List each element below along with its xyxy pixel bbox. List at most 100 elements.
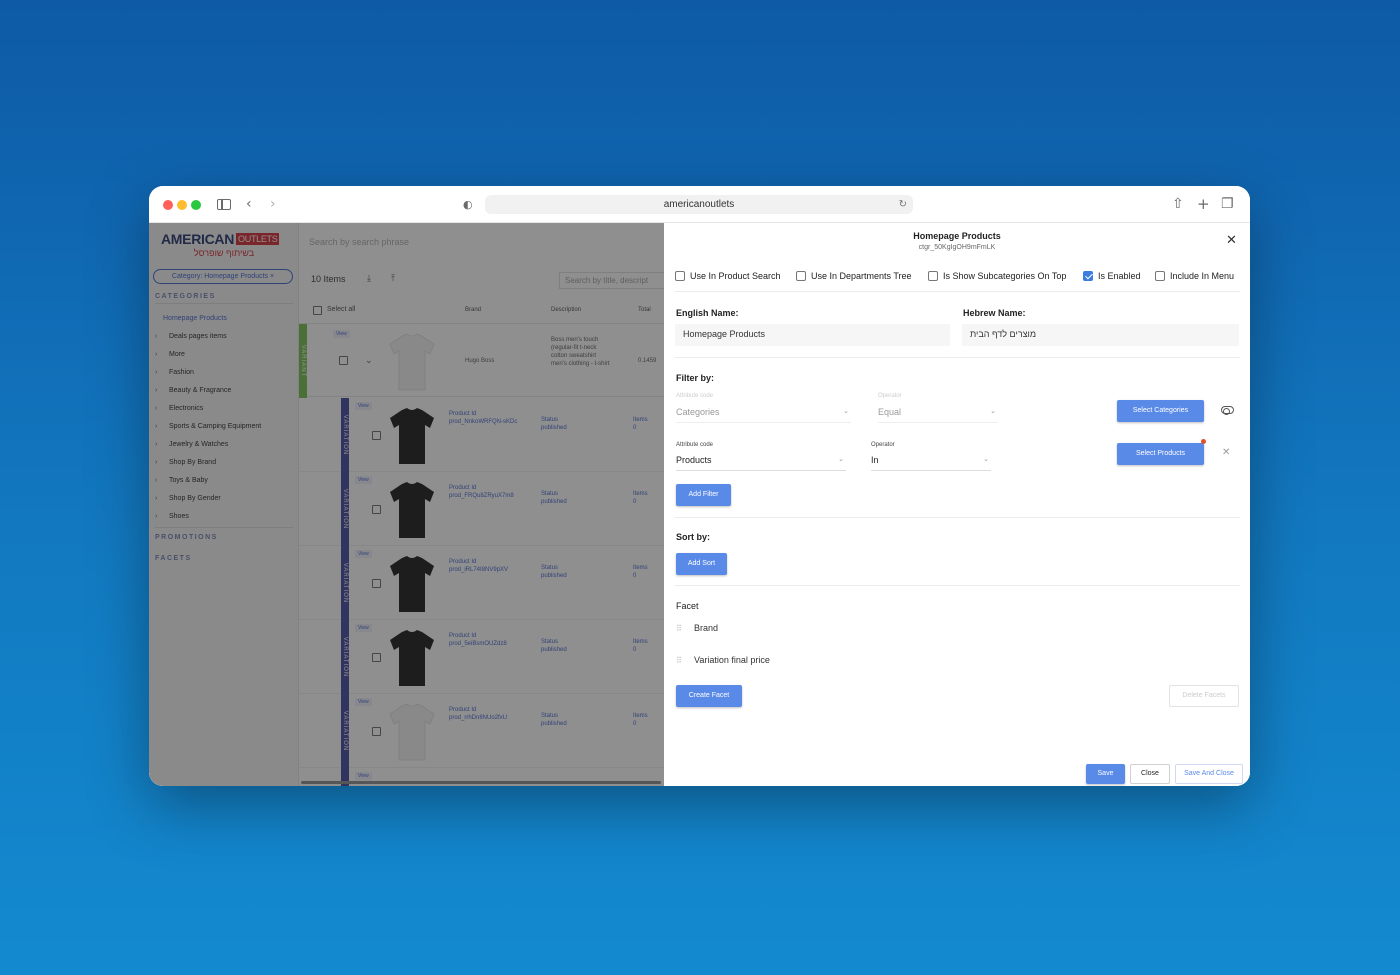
add-filter-button[interactable]: Add Filter xyxy=(676,484,731,506)
chevron-down-icon: ⌄ xyxy=(843,407,849,415)
table-row[interactable]: VARIATION View Product Id prod_NnkoWRFQN… xyxy=(299,398,664,472)
horizontal-scrollbar[interactable] xyxy=(301,781,661,784)
sidebar-item[interactable]: › Shop By Brand xyxy=(155,459,216,466)
checkbox[interactable] xyxy=(928,271,938,281)
maximize-window-button[interactable] xyxy=(191,200,201,210)
column-header-brand[interactable]: Brand xyxy=(465,307,481,313)
download-icon[interactable]: ⤓ xyxy=(367,274,371,284)
sidebar-item[interactable]: › Shop By Gender xyxy=(155,495,221,502)
show-subcategories-on-top-option[interactable]: Is Show Subcategories On Top xyxy=(928,271,1066,281)
sidebar-item[interactable]: › Deals pages items xyxy=(155,333,227,340)
share-icon[interactable]: ⇧ xyxy=(1172,195,1184,213)
sidebar-item[interactable]: › Electronics xyxy=(155,405,203,412)
include-in-menu-option[interactable]: Include In Menu xyxy=(1155,271,1234,281)
sidebar-item[interactable]: › Jewelry & Watches xyxy=(155,441,228,448)
chevron-down-icon: ⌄ xyxy=(838,455,844,463)
close-icon[interactable]: ✕ xyxy=(1226,233,1237,248)
upload-icon[interactable]: ⤒ xyxy=(391,274,395,284)
facets-header[interactable]: FACETS xyxy=(155,555,192,562)
row-checkbox[interactable] xyxy=(339,356,348,365)
drag-handle-icon[interactable]: ⠿ xyxy=(676,624,690,633)
hebrew-name-input[interactable]: מוצרים לדף הבית xyxy=(962,324,1239,346)
add-sort-button[interactable]: Add Sort xyxy=(676,553,727,575)
column-header-total[interactable]: Total xyxy=(638,307,651,313)
checkbox[interactable] xyxy=(796,271,806,281)
new-tab-icon[interactable]: + xyxy=(1197,195,1210,213)
create-facet-button[interactable]: Create Facet xyxy=(676,685,742,707)
back-arrow-icon[interactable]: ‹ xyxy=(246,195,252,213)
tab-overview-icon[interactable]: ❐ xyxy=(1221,195,1234,213)
view-tag[interactable]: View xyxy=(355,624,372,632)
black-tshirt-image xyxy=(390,556,434,612)
chevron-right-icon: › xyxy=(155,351,158,358)
sidebar-toggle-icon[interactable] xyxy=(217,199,231,210)
select-products-button[interactable]: Select Products xyxy=(1117,443,1204,465)
english-name-input[interactable]: Homepage Products xyxy=(675,324,950,346)
select-all-checkbox[interactable] xyxy=(313,306,322,315)
url-text: americanoutlets xyxy=(663,199,735,210)
use-in-departments-tree-option[interactable]: Use In Departments Tree xyxy=(796,271,912,281)
search-title-input[interactable]: Search by title, descript xyxy=(559,272,664,289)
items-label: Items xyxy=(633,639,648,645)
operator-select[interactable]: Equal ⌄ xyxy=(878,407,998,423)
forward-arrow-icon[interactable]: › xyxy=(270,195,276,213)
description-cell: Boss men's touch (regular-fit t-neck cot… xyxy=(551,337,610,367)
view-tag[interactable]: View xyxy=(355,476,372,484)
attribute-code-select[interactable]: Categories ⌄ xyxy=(676,407,851,423)
categories-header[interactable]: CATEGORIES xyxy=(155,293,216,300)
row-checkbox[interactable] xyxy=(372,727,381,736)
save-and-close-button[interactable]: Save And Close xyxy=(1175,764,1243,784)
minimize-window-button[interactable] xyxy=(177,200,187,210)
drag-handle-icon[interactable]: ⠿ xyxy=(676,656,690,665)
sidebar-item[interactable]: › Fashion xyxy=(155,369,194,376)
view-tag[interactable]: View xyxy=(333,330,350,338)
sidebar-item[interactable]: › More xyxy=(155,351,185,358)
delete-facets-button[interactable]: Delete Facets xyxy=(1169,685,1239,707)
table-row[interactable]: VARIATION View Product Id prod_FRQu8ZRyu… xyxy=(299,472,664,546)
reload-icon[interactable]: ↻ xyxy=(899,195,907,214)
column-header-description[interactable]: Description xyxy=(551,307,581,313)
row-checkbox[interactable] xyxy=(372,579,381,588)
checkbox[interactable] xyxy=(675,271,685,281)
pill-close-icon[interactable]: × xyxy=(270,273,274,280)
close-button[interactable]: Close xyxy=(1130,764,1170,784)
view-tag[interactable]: View xyxy=(355,698,372,706)
view-tag[interactable]: View xyxy=(355,550,372,558)
checkbox[interactable] xyxy=(1155,271,1165,281)
facet-item-variation-final-price[interactable]: ⠿ Variation final price xyxy=(676,655,770,665)
table-row[interactable]: VARIANT View ⌄ Hugo Boss Boss men's touc… xyxy=(299,323,664,398)
sidebar-item[interactable]: › Toys & Baby xyxy=(155,477,208,484)
select-categories-button[interactable]: Select Categories xyxy=(1117,400,1204,422)
chevron-right-icon: › xyxy=(155,441,158,448)
category-filter-pill[interactable]: Category: Homepage Products × xyxy=(153,269,293,284)
facet-item-brand[interactable]: ⠿ Brand xyxy=(676,623,718,633)
table-row[interactable]: VARIATION View Product Id prod_iRL74I8NV… xyxy=(299,546,664,620)
sidebar-item[interactable]: › Shoes xyxy=(155,513,189,520)
promotions-header[interactable]: PROMOTIONS xyxy=(155,534,218,541)
divider xyxy=(155,303,293,304)
view-tag[interactable]: View xyxy=(355,402,372,410)
is-enabled-option[interactable]: Is Enabled xyxy=(1083,271,1141,281)
remove-filter-icon[interactable]: ✕ xyxy=(1222,447,1230,458)
table-row[interactable]: VARIATION View Product Id prod_5eiBsmOUZ… xyxy=(299,620,664,694)
sidebar-item[interactable]: › Beauty & Fragrance xyxy=(155,387,231,394)
operator-select[interactable]: In ⌄ xyxy=(871,455,991,471)
sidebar-item-homepage-products[interactable]: Homepage Products xyxy=(163,315,227,322)
checkbox-checked[interactable] xyxy=(1083,271,1093,281)
close-window-button[interactable] xyxy=(163,200,173,210)
sidebar-item[interactable]: › Sports & Camping Equipment xyxy=(155,423,261,430)
toggle-icon[interactable] xyxy=(1221,406,1234,415)
search-phrase-input[interactable]: Search by search phrase xyxy=(309,237,409,247)
use-in-product-search-option[interactable]: Use In Product Search xyxy=(675,271,781,281)
save-button[interactable]: Save xyxy=(1086,764,1125,784)
row-checkbox[interactable] xyxy=(372,505,381,514)
view-tag[interactable]: View xyxy=(355,772,372,780)
row-checkbox[interactable] xyxy=(372,653,381,662)
shield-icon[interactable]: ◐ xyxy=(463,196,473,214)
table-row[interactable]: VARIATION View Product Id prod_rrhDn8NUo… xyxy=(299,694,664,768)
chevron-down-icon[interactable]: ⌄ xyxy=(365,356,373,366)
status-label: Status xyxy=(541,639,559,645)
address-bar[interactable]: americanoutlets ↻ xyxy=(485,195,913,214)
attribute-code-select[interactable]: Products ⌄ xyxy=(676,455,846,471)
row-checkbox[interactable] xyxy=(372,431,381,440)
